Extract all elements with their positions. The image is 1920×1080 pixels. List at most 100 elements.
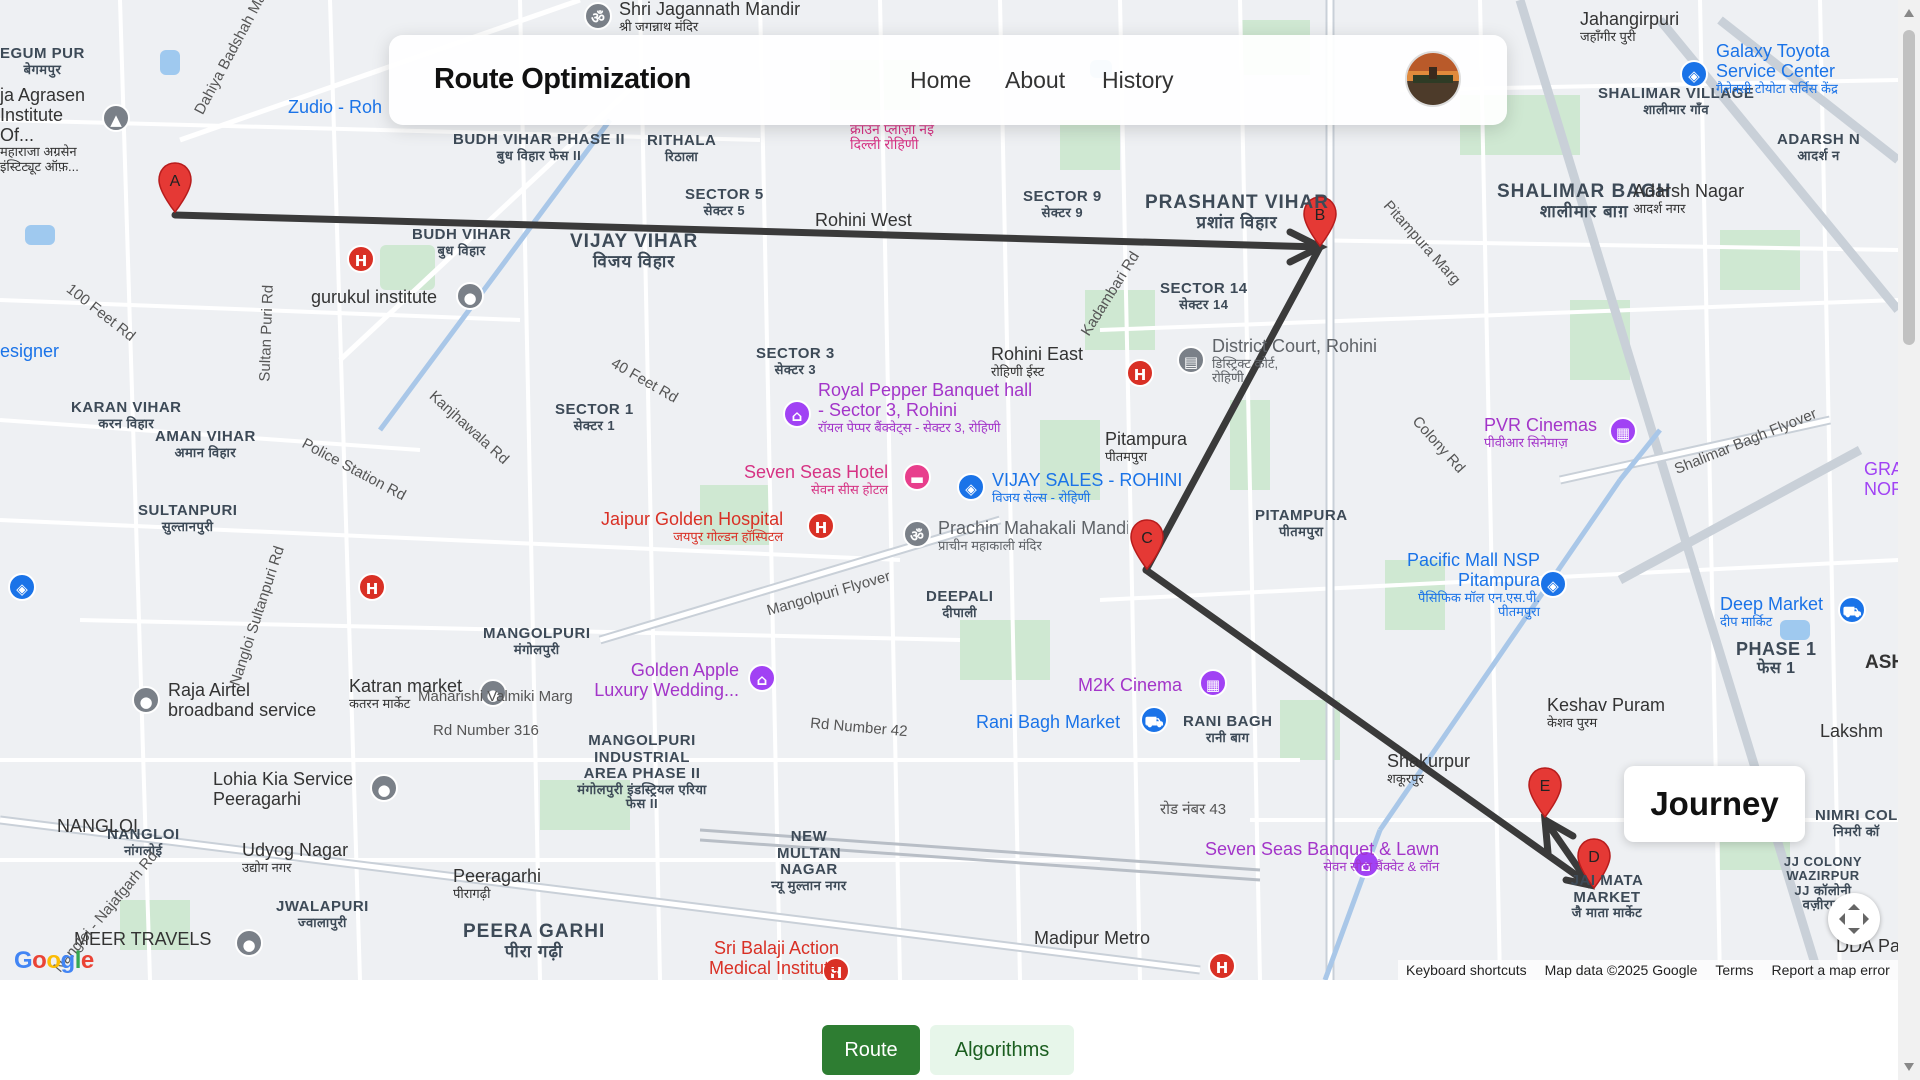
fullscreen-button[interactable] <box>1828 893 1880 945</box>
hotel-icon[interactable]: ▬ <box>903 463 931 491</box>
route-marker-c[interactable]: C <box>1129 519 1165 571</box>
top-navbar: Route Optimization Home About History <box>389 35 1507 125</box>
place-label: NANGLOI <box>57 816 139 836</box>
banquet-icon[interactable]: ⌂ <box>783 400 811 428</box>
shopping-icon[interactable]: ◈ <box>1680 60 1708 88</box>
cinema-icon[interactable]: ▦ <box>1199 669 1227 697</box>
temple-icon[interactable]: ॐ <box>903 520 931 548</box>
place-icon[interactable]: ● <box>235 929 263 957</box>
place-label: Rohini East रोहिणी ईस्ट <box>991 344 1084 379</box>
place-label: Shakurpur शकूरपुर <box>1387 751 1471 786</box>
area-label: ADARSH N आदर्श न <box>1777 131 1861 163</box>
keyboard-shortcuts-link[interactable]: Keyboard shortcuts <box>1406 962 1527 978</box>
poi-label: Golden Apple Luxury Wedding... <box>594 660 739 700</box>
road-label: Sultan Puri Rd <box>256 284 277 382</box>
poi-label: Sri Balaji Action Medical Institute <box>708 938 839 978</box>
area-label: AMAN VIHAR अमान विहार <box>155 428 256 460</box>
app-title: Route Optimization <box>434 63 691 95</box>
poi-label: Prachin Mahakali Mandir प्राचीन महाकाली म… <box>938 519 1128 553</box>
page-scrollbar[interactable] <box>1898 0 1920 1080</box>
route-marker-a[interactable]: A <box>157 162 193 214</box>
area-label: SECTOR 14 सेक्टर 14 <box>1160 280 1248 312</box>
area-label: PRASHANT VIHAR प्रशांत विहार <box>1145 192 1329 232</box>
poi-label: ja Agrasen Institute Of... महाराजा अग्रसे… <box>0 85 86 174</box>
place-label: ASHO <box>1865 652 1898 673</box>
nav-about[interactable]: About <box>1005 67 1065 94</box>
graduation-cap-icon[interactable]: ▲ <box>102 104 130 132</box>
area-label: SECTOR 3 सेक्टर 3 <box>756 345 835 377</box>
area-label: SECTOR 9 सेक्टर 9 <box>1023 188 1102 220</box>
place-icon[interactable]: ● <box>456 282 484 310</box>
map-data-text: Map data ©2025 Google <box>1544 962 1698 978</box>
nav-home[interactable]: Home <box>910 67 971 94</box>
area-label: BUDH VIHAR PHASE II बुध विहार फेस II <box>453 131 626 163</box>
google-logo: Google <box>14 947 94 974</box>
banquet-icon[interactable]: ⌂ <box>748 664 776 692</box>
courthouse-icon[interactable]: ▤ <box>1177 346 1205 374</box>
area-label: NEW MULTAN NAGAR न्यू मुल्तान नगर <box>771 828 847 893</box>
route-marker-e[interactable]: E <box>1527 767 1563 819</box>
hospital-icon[interactable]: H <box>358 573 386 601</box>
place-label: Madipur Metro <box>1034 928 1151 948</box>
scroll-down-icon[interactable] <box>1903 1062 1915 1072</box>
poi-label: Pacific Mall NSP Pitampura पैसिफिक मॉल एन… <box>1406 550 1540 619</box>
hospital-icon[interactable]: H <box>1208 952 1236 980</box>
place-label: Adarsh Nagar आदर्श नगर <box>1633 181 1745 216</box>
area-label: KARAN VIHAR करन विहार <box>71 399 182 431</box>
area-label: RITHALA रिठाला <box>647 132 717 164</box>
place-label: Zudio - Roh <box>288 97 383 117</box>
tab-algorithms[interactable]: Algorithms <box>930 1025 1074 1075</box>
area-label: DEEPALI दीपाली <box>926 588 994 620</box>
tab-route[interactable]: Route <box>822 1025 920 1075</box>
cart-icon[interactable]: ⛟ <box>1838 596 1866 624</box>
poi-label: Royal Pepper Banquet hall - Sector 3, Ro… <box>818 380 1033 435</box>
area-label: VIJAY VIHAR विजय विहार <box>570 231 699 271</box>
scrollbar-thumb[interactable] <box>1903 30 1915 345</box>
poi-label: Raja Airtel broadband service <box>168 680 317 720</box>
poi-label: Galaxy Toyota Service Center गैलेक्सी टोय… <box>1716 41 1838 96</box>
place-label: Rohini West <box>815 210 912 230</box>
area-label: SULTANPURI सुल्तानपुरी <box>138 502 238 534</box>
place-label: esigner <box>0 341 60 361</box>
temple-icon[interactable]: ॐ <box>584 2 612 30</box>
marker-label-d: D <box>1588 849 1600 866</box>
place-label: Jahangirpuri जहाँगीर पुरी <box>1580 9 1680 44</box>
poi-label: M2K Cinema <box>1078 675 1183 695</box>
scroll-up-icon[interactable] <box>1903 8 1915 18</box>
poi-label: Seven Seas Banquet & Lawn सेवन सीज बैंक्व… <box>1205 839 1440 874</box>
place-label: Peeragarhi पीरागढ़ी <box>453 866 542 901</box>
marker-label-e: E <box>1540 778 1551 795</box>
shopping-icon[interactable]: ◈ <box>957 473 985 501</box>
area-label: RANI BAGH रानी बाग <box>1183 713 1273 745</box>
area-label: BUDH VIHAR बुध विहार <box>412 226 512 258</box>
cinema-icon[interactable]: ▦ <box>1609 417 1637 445</box>
poi-label: Rani Bagh Market <box>976 712 1121 732</box>
area-label: MANGOLPURI INDUSTRIAL AREA PHASE II मंगोल… <box>577 732 707 811</box>
poi-label: Jaipur Golden Hospital जयपुर गोल्डन हॉस्प… <box>601 509 784 544</box>
place-label: gurukul institute <box>311 287 438 307</box>
cart-icon[interactable]: ⛟ <box>1140 706 1168 734</box>
map-canvas[interactable]: A B C D E H H H H H H ⌂ ⌂ ⌂ ▦ ▦ ▬ ◈ ⛟ ◈ … <box>0 0 1898 980</box>
place-icon[interactable]: ● <box>370 774 398 802</box>
place-icon[interactable]: ● <box>132 686 160 714</box>
hospital-icon[interactable]: H <box>1126 359 1154 387</box>
journey-panel: Journey <box>1624 766 1805 842</box>
poi-label: District Court, Rohini डिस्ट्रिक्ट कोर्ट,… <box>1212 336 1378 386</box>
area-label: PITAMPURA पीतमपुरा <box>1255 507 1348 539</box>
shopping-icon[interactable]: ◈ <box>8 573 36 601</box>
place-label: Pitampura पीतमपुरा <box>1105 429 1188 464</box>
area-label: NIMRI COL निमरी कॉ <box>1815 807 1898 839</box>
place-label: Keshav Puram केशव पुरम <box>1547 695 1666 730</box>
hospital-icon[interactable]: H <box>807 512 835 540</box>
poi-label: PVR Cinemas पीवीआर सिनेमाज़ <box>1484 415 1598 450</box>
avatar[interactable] <box>1407 53 1459 105</box>
nav-history[interactable]: History <box>1102 67 1174 94</box>
terms-link[interactable]: Terms <box>1715 962 1753 978</box>
avatar-image <box>1407 53 1459 105</box>
road-label: रोड नंबर 43 <box>1160 801 1227 818</box>
poi-label: VIJAY SALES - ROHINI विजय सेल्स - रोहिणी <box>992 470 1183 505</box>
report-map-error-link[interactable]: Report a map error <box>1772 962 1890 978</box>
shopping-icon[interactable]: ◈ <box>1539 570 1567 598</box>
map-attribution: Keyboard shortcuts Map data ©2025 Google T… <box>1398 960 1898 980</box>
hospital-icon[interactable]: H <box>347 245 375 273</box>
